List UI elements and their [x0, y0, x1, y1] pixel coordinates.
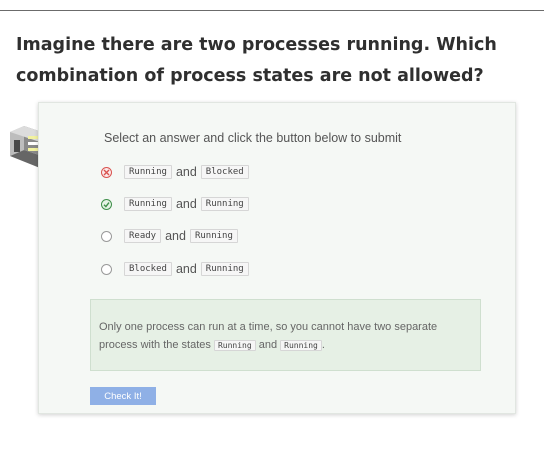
check-circle-icon[interactable] — [101, 198, 112, 210]
explanation-box: Only one process can run at a time, so y… — [90, 299, 481, 371]
option-1[interactable]: Running and Blocked — [101, 163, 249, 181]
option-2[interactable]: Running and Running — [101, 195, 249, 213]
option-2-conj: and — [175, 197, 197, 211]
option-2-state-a: Running — [124, 197, 172, 211]
explanation-period: . — [321, 339, 325, 351]
option-4-conj: and — [175, 262, 197, 276]
question-card: Select an answer and click the button be… — [38, 102, 516, 414]
check-it-button[interactable]: Check It! — [90, 387, 156, 405]
option-4-state-a: Blocked — [124, 262, 172, 276]
option-3-conj: and — [165, 229, 186, 243]
question-title: Imagine there are two processes running.… — [16, 35, 497, 86]
option-3-state-a: Ready — [124, 229, 162, 243]
option-1-state-b: Blocked — [200, 165, 249, 179]
explanation-code-1: Running — [213, 340, 256, 351]
x-circle-icon[interactable] — [101, 166, 112, 178]
answer-prompt: Select an answer and click the button be… — [104, 131, 402, 145]
top-divider — [0, 10, 544, 11]
option-4-state-b: Running — [200, 262, 249, 276]
option-2-state-b: Running — [200, 197, 249, 211]
radio-button[interactable] — [101, 230, 112, 242]
explanation-conj: and — [258, 339, 278, 351]
option-4[interactable]: Blocked and Running — [101, 260, 249, 278]
option-1-conj: and — [175, 165, 197, 179]
option-3[interactable]: Ready and Running — [101, 227, 238, 245]
option-1-state-a: Running — [124, 165, 172, 179]
explanation-code-2: Running — [280, 340, 322, 351]
option-3-state-b: Running — [189, 229, 238, 243]
radio-button[interactable] — [101, 263, 112, 275]
